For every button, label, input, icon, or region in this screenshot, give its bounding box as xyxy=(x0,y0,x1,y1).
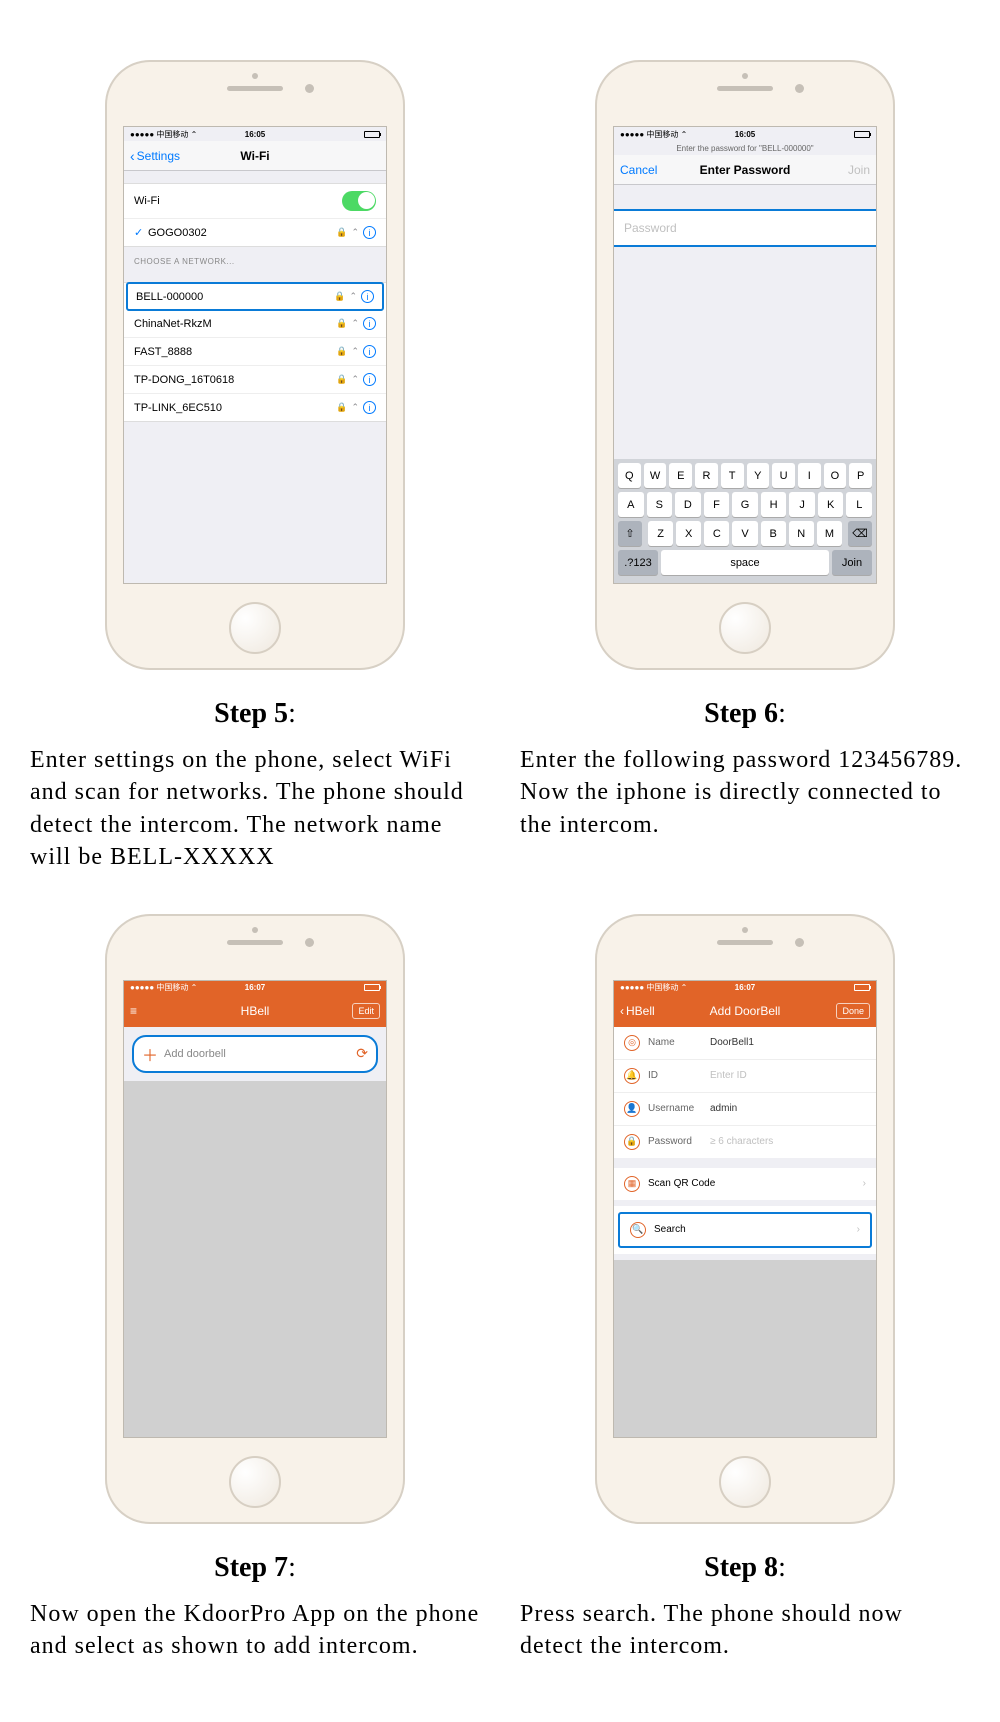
home-button[interactable] xyxy=(719,1456,771,1508)
key-l[interactable]: L xyxy=(846,492,872,517)
user-icon: 👤 xyxy=(624,1101,640,1117)
back-button[interactable]: ‹ HBell xyxy=(620,1004,655,1018)
toggle-on[interactable] xyxy=(342,191,376,211)
search-row[interactable]: 🔍 Search › xyxy=(618,1212,872,1248)
qr-icon: ▦ xyxy=(624,1176,640,1192)
nav-bar: ‹Settings Wi-Fi xyxy=(124,141,386,171)
wifi-toggle-row[interactable]: Wi-Fi xyxy=(124,184,386,219)
search-icon: 🔍 xyxy=(630,1222,646,1238)
key-j[interactable]: J xyxy=(789,492,815,517)
phone-mockup: ●●●●● 中国移动 ⌃ 16:07 ‹ HBell Add DoorBell … xyxy=(595,914,895,1524)
tag-icon: ◎ xyxy=(624,1035,640,1051)
step-7: ●●●●● 中国移动 ⌃ 16:07 ≡ HBell Edit ＋ Add do… xyxy=(30,914,480,1663)
status-bar: ●●●●● 中国移动 ⌃ 16:07 xyxy=(124,981,386,995)
nav-bar: Cancel Enter Password Join xyxy=(614,155,876,185)
back-button[interactable]: ‹Settings xyxy=(130,148,180,164)
keyboard[interactable]: QWERTYUIOP ASDFGHJKL ZXCVBNM .?123 space… xyxy=(614,459,876,583)
status-bar: ●●●●● 中国移动 ⌃ 16:05 xyxy=(124,127,386,141)
phone-mockup: ●●●●● 中国移动 ⌃ 16:05 Enter the password fo… xyxy=(595,60,895,670)
key-u[interactable]: U xyxy=(772,463,795,488)
wifi-icon: ⌃ xyxy=(351,227,359,238)
lock-icon: 🔒 xyxy=(336,227,347,238)
key-m[interactable]: M xyxy=(817,521,842,546)
screen-password: ●●●●● 中国移动 ⌃ 16:05 Enter the password fo… xyxy=(613,126,877,584)
field-password[interactable]: 🔒 Password ≥ 6 characters xyxy=(614,1126,876,1158)
shift-key[interactable] xyxy=(618,521,642,546)
key-t[interactable]: T xyxy=(721,463,744,488)
key-k[interactable]: K xyxy=(818,492,844,517)
chevron-right-icon: › xyxy=(857,1224,860,1235)
wifi-network-row[interactable]: FAST_8888 🔒⌃i xyxy=(124,338,386,366)
screen-hbell: ●●●●● 中国移动 ⌃ 16:07 ≡ HBell Edit ＋ Add do… xyxy=(123,980,387,1438)
wifi-connected-row[interactable]: ✓ GOGO0302 🔒⌃i xyxy=(124,219,386,246)
nav-bar: ≡ HBell Edit xyxy=(124,995,386,1027)
key-a[interactable]: A xyxy=(618,492,644,517)
wifi-network-row[interactable]: ChinaNet-RkzM 🔒⌃i xyxy=(124,310,386,338)
key-s[interactable]: S xyxy=(647,492,673,517)
field-name[interactable]: ◎ Name DoorBell1 xyxy=(614,1027,876,1060)
add-doorbell-row[interactable]: ＋ Add doorbell ⟳ xyxy=(132,1035,378,1073)
chevron-right-icon: › xyxy=(863,1178,866,1189)
scan-qr-row[interactable]: ▦ Scan QR Code › xyxy=(614,1168,876,1200)
nav-bar: ‹ HBell Add DoorBell Done xyxy=(614,995,876,1027)
plus-icon: ＋ xyxy=(142,1042,158,1066)
phone-mockup: ●●●●● 中国移动 ⌃ 16:05 ‹Settings Wi-Fi Wi-Fi… xyxy=(105,60,405,670)
screen-wifi-settings: ●●●●● 中国移动 ⌃ 16:05 ‹Settings Wi-Fi Wi-Fi… xyxy=(123,126,387,584)
battery-icon xyxy=(364,984,380,991)
backspace-key[interactable] xyxy=(848,521,872,546)
key-p[interactable]: P xyxy=(849,463,872,488)
key-n[interactable]: N xyxy=(789,521,814,546)
key-v[interactable]: V xyxy=(732,521,757,546)
home-button[interactable] xyxy=(719,602,771,654)
battery-icon xyxy=(854,131,870,138)
info-icon[interactable]: i xyxy=(363,226,376,239)
key-d[interactable]: D xyxy=(675,492,701,517)
key-f[interactable]: F xyxy=(704,492,730,517)
password-input[interactable]: Password xyxy=(614,209,876,247)
screen-add-doorbell: ●●●●● 中国移动 ⌃ 16:07 ‹ HBell Add DoorBell … xyxy=(613,980,877,1438)
key-q[interactable]: Q xyxy=(618,463,641,488)
refresh-icon[interactable]: ⟳ xyxy=(356,1045,368,1062)
key-g[interactable]: G xyxy=(732,492,758,517)
step-5: ●●●●● 中国移动 ⌃ 16:05 ‹Settings Wi-Fi Wi-Fi… xyxy=(30,60,480,874)
key-c[interactable]: C xyxy=(704,521,729,546)
bell-icon: 🔔 xyxy=(624,1068,640,1084)
field-id[interactable]: 🔔 ID Enter ID xyxy=(614,1060,876,1093)
numbers-key[interactable]: .?123 xyxy=(618,550,658,575)
key-y[interactable]: Y xyxy=(747,463,770,488)
join-button[interactable]: Join xyxy=(848,163,870,177)
cancel-button[interactable]: Cancel xyxy=(620,163,657,177)
status-bar: ●●●●● 中国移动 ⌃ 16:07 xyxy=(614,981,876,995)
wifi-network-row[interactable]: TP-LINK_6EC510 🔒⌃i xyxy=(124,394,386,421)
battery-icon xyxy=(854,984,870,991)
status-bar: ●●●●● 中国移动 ⌃ 16:05 xyxy=(614,127,876,141)
key-i[interactable]: I xyxy=(798,463,821,488)
key-b[interactable]: B xyxy=(761,521,786,546)
home-button[interactable] xyxy=(229,602,281,654)
key-w[interactable]: W xyxy=(644,463,667,488)
join-key[interactable]: Join xyxy=(832,550,872,575)
field-username[interactable]: 👤 Username admin xyxy=(614,1093,876,1126)
step-8: ●●●●● 中国移动 ⌃ 16:07 ‹ HBell Add DoorBell … xyxy=(520,914,970,1663)
key-o[interactable]: O xyxy=(824,463,847,488)
battery-icon xyxy=(364,131,380,138)
done-button[interactable]: Done xyxy=(836,1003,870,1019)
key-x[interactable]: X xyxy=(676,521,701,546)
edit-button[interactable]: Edit xyxy=(352,1003,380,1019)
step-6: ●●●●● 中国移动 ⌃ 16:05 Enter the password fo… xyxy=(520,60,970,874)
wifi-network-row[interactable]: BELL-000000 🔒⌃i xyxy=(126,282,384,311)
wifi-network-row[interactable]: TP-DONG_16T0618 🔒⌃i xyxy=(124,366,386,394)
space-key[interactable]: space xyxy=(661,550,829,575)
key-r[interactable]: R xyxy=(695,463,718,488)
phone-mockup: ●●●●● 中国移动 ⌃ 16:07 ≡ HBell Edit ＋ Add do… xyxy=(105,914,405,1524)
home-button[interactable] xyxy=(229,1456,281,1508)
key-z[interactable]: Z xyxy=(648,521,673,546)
menu-icon[interactable]: ≡ xyxy=(130,1004,137,1018)
lock-icon: 🔒 xyxy=(624,1134,640,1150)
key-h[interactable]: H xyxy=(761,492,787,517)
key-e[interactable]: E xyxy=(669,463,692,488)
